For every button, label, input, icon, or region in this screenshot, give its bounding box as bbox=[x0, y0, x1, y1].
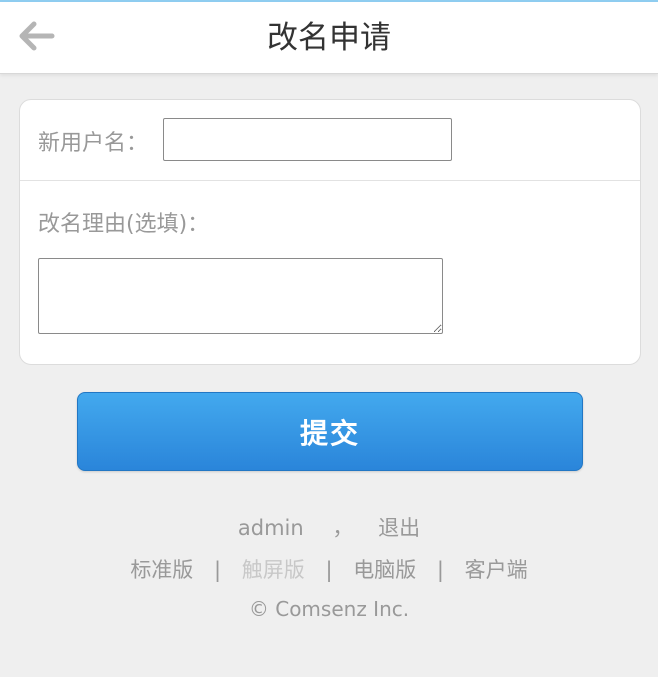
footer-user-line: admin ， 退出 bbox=[0, 512, 658, 544]
desktop-version-link[interactable]: 电脑版 bbox=[353, 558, 416, 582]
link-separator: | bbox=[214, 558, 222, 582]
link-separator: | bbox=[436, 558, 444, 582]
reason-label: 改名理由(选填)： bbox=[38, 212, 210, 237]
comma-separator: ， bbox=[332, 516, 354, 540]
username-link[interactable]: admin bbox=[238, 516, 304, 540]
link-separator: | bbox=[325, 558, 333, 582]
new-username-label: 新用户名： bbox=[38, 131, 149, 156]
copyright-text: © Comsenz Inc. bbox=[248, 597, 410, 621]
client-link[interactable]: 客户端 bbox=[465, 558, 528, 582]
version-links: 标准版 | 触屏版 | 电脑版 | 客户端 bbox=[0, 554, 658, 586]
logout-link[interactable]: 退出 bbox=[378, 512, 420, 542]
reason-textarea[interactable] bbox=[38, 258, 443, 334]
back-button[interactable] bbox=[12, 16, 60, 60]
new-username-input[interactable] bbox=[163, 118, 452, 161]
touch-version-link[interactable]: 触屏版 bbox=[242, 558, 305, 582]
row-divider bbox=[20, 180, 640, 181]
arrow-left-icon bbox=[16, 20, 56, 56]
standard-version-link[interactable]: 标准版 bbox=[130, 558, 193, 582]
page: 改名申请 新用户名： 改名理由(选填)： 提交 admin ， 退出 标准版 |… bbox=[0, 0, 658, 677]
page-title: 改名申请 bbox=[267, 20, 391, 56]
header-bar: 改名申请 bbox=[0, 2, 658, 74]
submit-button[interactable]: 提交 bbox=[77, 392, 583, 471]
rename-form-card: 新用户名： 改名理由(选填)： bbox=[19, 99, 641, 365]
